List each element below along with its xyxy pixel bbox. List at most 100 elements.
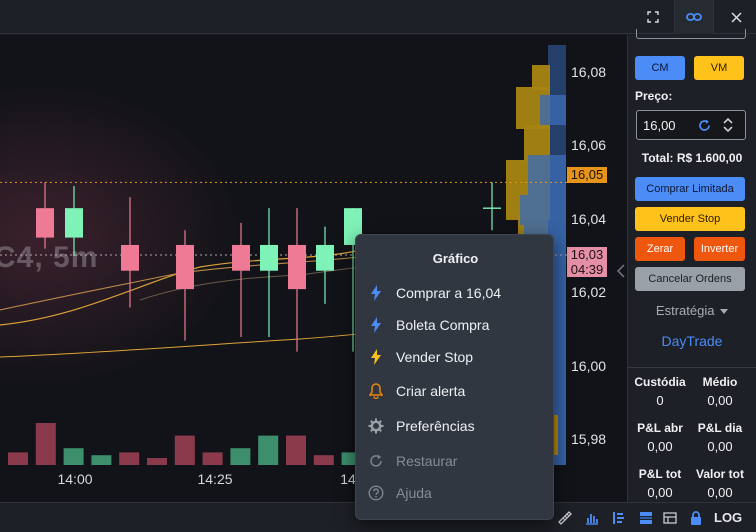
- volume-bar: [35, 423, 56, 465]
- price-axis-label: 16,06: [571, 137, 607, 153]
- menu-item-label: Criar alerta: [396, 383, 466, 399]
- menu-item-sell-stop[interactable]: Vender Stop: [356, 342, 555, 372]
- lock-icon[interactable]: [688, 510, 704, 526]
- menu-item-buy-ticket[interactable]: Boleta Compra: [356, 310, 555, 340]
- chart-watermark: C4, 5m: [0, 241, 99, 274]
- vm-button[interactable]: VM: [694, 56, 744, 80]
- log-button[interactable]: LOG: [714, 510, 742, 525]
- candle-body: [176, 244, 194, 290]
- volume-bar: [230, 448, 251, 465]
- book-columns-icon[interactable]: [611, 510, 627, 526]
- menu-title: Gráfico: [432, 251, 479, 266]
- stat-pl-abr: P&L abr 0,00: [630, 421, 690, 454]
- price-input[interactable]: 16,00: [636, 110, 746, 140]
- stat-custodia: Custódia 0: [630, 375, 690, 408]
- candle-body: [232, 244, 250, 271]
- bell-icon: [369, 383, 383, 399]
- zero-position-button[interactable]: Zerar: [635, 237, 685, 261]
- stat-value: 0,00: [707, 439, 733, 454]
- stat-value: 0,00: [707, 485, 733, 500]
- context-menu: Gráfico Comprar a 16,04 Boleta Compra Ve…: [355, 234, 554, 520]
- volume-bar: [174, 435, 195, 465]
- stat-pl-tot: P&L tot 0,00: [630, 467, 690, 500]
- volume-bar: [91, 455, 112, 465]
- stat-label: P&L dia: [697, 421, 743, 435]
- cancel-orders-button[interactable]: Cancelar Ordens: [635, 267, 745, 291]
- menu-item-restore: Restaurar: [356, 446, 555, 476]
- menu-item-label: Vender Stop: [396, 349, 474, 365]
- candle-body: [65, 208, 83, 238]
- stat-label: P&L tot: [638, 467, 682, 481]
- invert-position-button[interactable]: Inverter: [694, 237, 745, 261]
- panel-divider: [628, 367, 756, 368]
- cm-button[interactable]: CM: [635, 56, 685, 80]
- stat-value: 0: [656, 393, 664, 408]
- price-axis-label: 16,08: [571, 64, 607, 80]
- buy-limit-button[interactable]: Comprar Limitada: [635, 177, 745, 201]
- close-icon: [730, 11, 742, 23]
- menu-item-help: Ajuda: [356, 478, 555, 508]
- menu-item-buy-at-price[interactable]: Comprar a 16,04: [356, 278, 555, 308]
- lightning-blue-icon: [371, 317, 381, 333]
- help-icon: [368, 485, 384, 501]
- menu-item-label: Ajuda: [396, 485, 432, 501]
- sell-stop-button[interactable]: Vender Stop: [635, 207, 745, 231]
- volume-bar: [202, 452, 223, 465]
- price-axis-label: 16,02: [571, 284, 607, 300]
- lightning-yellow-icon: [371, 349, 381, 365]
- price-stepper-icon[interactable]: [722, 116, 734, 134]
- link-icon: [686, 13, 702, 21]
- price-axis-label: 16,04: [571, 211, 607, 227]
- strategy-value[interactable]: DayTrade: [628, 333, 756, 349]
- volume-bar: [286, 435, 306, 465]
- menu-item-label: Restaurar: [396, 453, 458, 469]
- price-axis-label: 16,00: [571, 358, 607, 374]
- last-price-tag: 16,05: [567, 167, 607, 183]
- stat-medio: Médio 0,00: [690, 375, 750, 408]
- price-axis-label: 15,98: [571, 431, 607, 447]
- moving-average-line: [0, 333, 361, 358]
- moving-average-line: [139, 266, 361, 301]
- volume-bar: [8, 452, 28, 465]
- volume-bar: [147, 458, 167, 465]
- book-bid-block: [540, 95, 566, 125]
- candle-body: [288, 244, 306, 290]
- menu-item-label: Preferências: [396, 418, 475, 434]
- stat-valor-tot: Valor tot 0,00: [690, 467, 750, 500]
- bid-price-tag: 16,03 04:39: [567, 247, 607, 277]
- volume-bar: [258, 435, 279, 465]
- bar-chart-icon[interactable]: [584, 510, 600, 526]
- stat-label: Custódia: [634, 375, 686, 389]
- gear-icon: [368, 418, 384, 434]
- collapse-panel-icon[interactable]: [616, 263, 626, 279]
- strategy-label: Estratégia: [655, 303, 715, 318]
- time-axis-label: 14:25: [197, 471, 233, 487]
- panel-layout-icon[interactable]: [662, 510, 678, 526]
- candle-body: [36, 208, 54, 238]
- price-label: Preço:: [635, 89, 673, 103]
- order-total: Total: R$ 1.600,00: [641, 151, 743, 165]
- refresh-price-icon[interactable]: [698, 119, 711, 132]
- order-panel: CM VM Preço: 16,00 Total: R$ 1.600,00 Co…: [627, 29, 756, 502]
- lightning-blue-icon: [371, 285, 381, 301]
- stat-value: 0,00: [647, 439, 673, 454]
- time-axis-label: 14:00: [57, 471, 93, 487]
- menu-item-label: Comprar a 16,04: [396, 285, 502, 301]
- caret-down-icon: [720, 309, 729, 315]
- candle-body: [121, 244, 139, 271]
- ruler-icon[interactable]: [557, 510, 573, 526]
- volume-bar: [313, 455, 334, 465]
- stat-label: P&L abr: [637, 421, 683, 435]
- menu-item-preferences[interactable]: Preferências: [356, 411, 555, 441]
- stat-value: 0,00: [707, 393, 733, 408]
- fullscreen-icon: [647, 11, 659, 23]
- volume-bar: [119, 452, 140, 465]
- strategy-dropdown[interactable]: Estratégia: [628, 303, 756, 318]
- menu-item-create-alert[interactable]: Criar alerta: [356, 376, 555, 406]
- bid-price: 16,03: [570, 247, 604, 262]
- volume-bar: [63, 448, 84, 465]
- quantity-field-edge[interactable]: [636, 29, 746, 39]
- order-list-icon[interactable]: [638, 510, 654, 526]
- candle-countdown: 04:39: [570, 262, 604, 277]
- stat-pl-dia: P&L dia 0,00: [690, 421, 750, 454]
